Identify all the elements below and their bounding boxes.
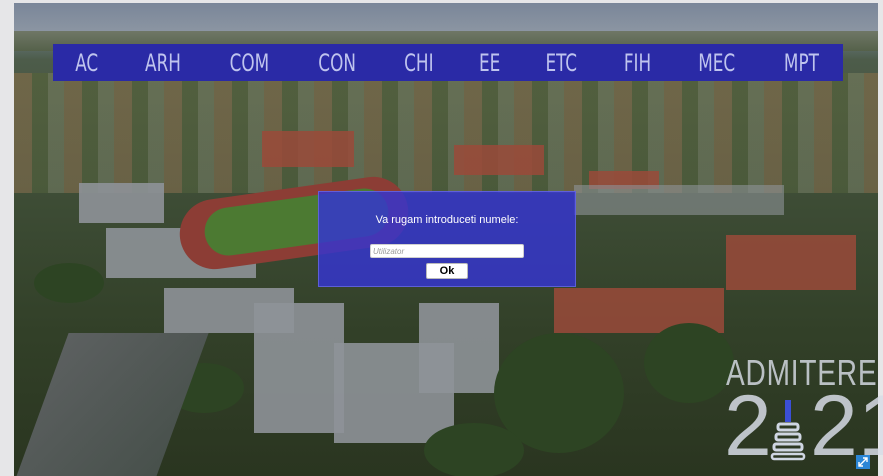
name-prompt-dialog: Va rugam introduceti numele: Ok — [318, 191, 576, 287]
ok-button[interactable]: Ok — [426, 263, 468, 279]
sky — [14, 3, 878, 31]
building — [419, 303, 499, 393]
trees — [34, 263, 104, 303]
road — [14, 333, 209, 476]
nav-item-fih[interactable]: FIH — [624, 49, 651, 77]
building-roof — [262, 131, 354, 167]
year-digit-left: 2 — [724, 378, 772, 474]
nav-item-mec[interactable]: MEC — [699, 49, 736, 77]
city-blocks — [14, 73, 878, 193]
year-digit-right: 21 — [810, 378, 883, 474]
admitere-year-logo: 2 21 — [724, 378, 883, 474]
nav-item-arh[interactable]: ARH — [145, 49, 181, 77]
building-tower — [254, 303, 344, 433]
window-frame-left — [0, 0, 14, 476]
university-emblem-icon — [770, 400, 806, 461]
nav-item-ac[interactable]: AC — [75, 49, 98, 77]
building-roof — [726, 235, 856, 290]
nav-item-com[interactable]: COM — [230, 49, 270, 77]
expand-icon[interactable] — [856, 455, 870, 469]
nav-item-chi[interactable]: CHI — [404, 49, 433, 77]
nav-item-etc[interactable]: ETC — [546, 49, 578, 77]
nav-item-con[interactable]: CON — [318, 49, 356, 77]
trees — [644, 323, 734, 403]
building — [79, 183, 164, 223]
building — [574, 185, 784, 215]
username-input[interactable] — [370, 244, 524, 258]
trees — [424, 423, 524, 476]
dialog-message: Va rugam introduceti numele: — [375, 214, 519, 226]
nav-item-ee[interactable]: EE — [479, 49, 500, 77]
nav-item-mpt[interactable]: MPT — [784, 49, 819, 77]
building-roof — [454, 145, 544, 175]
faculty-nav-bar: AC ARH COM CON CHI EE ETC FIH MEC MPT — [53, 44, 843, 81]
